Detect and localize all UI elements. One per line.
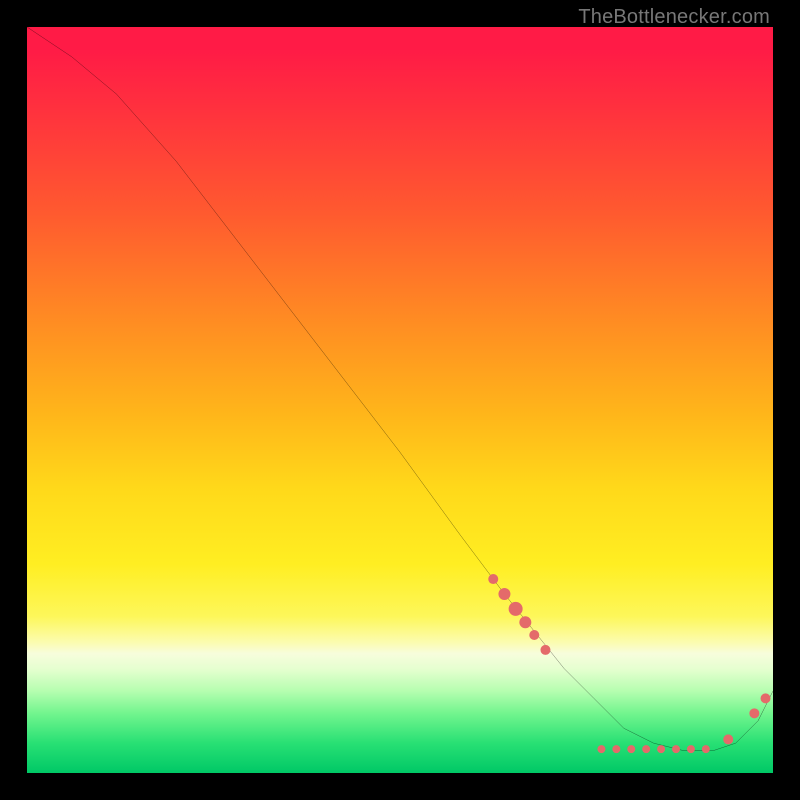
data-marker [702,745,710,753]
data-marker [761,693,771,703]
data-marker [529,630,539,640]
watermark-text: TheBottlenecker.com [578,6,770,29]
data-marker [657,745,665,753]
data-marker [642,745,650,753]
data-marker [519,616,531,628]
data-markers [488,574,770,753]
data-marker [498,588,510,600]
data-marker [488,574,498,584]
data-marker [627,745,635,753]
data-marker [672,745,680,753]
chart-frame: TheBottlenecker.com [0,0,800,800]
data-marker [749,708,759,718]
curve-path [27,27,773,751]
data-marker [540,645,550,655]
data-marker [723,734,733,744]
bottleneck-curve [27,27,773,751]
data-marker [687,745,695,753]
data-marker [612,745,620,753]
data-marker [597,745,605,753]
chart-overlay [27,27,773,773]
data-marker [509,602,523,616]
